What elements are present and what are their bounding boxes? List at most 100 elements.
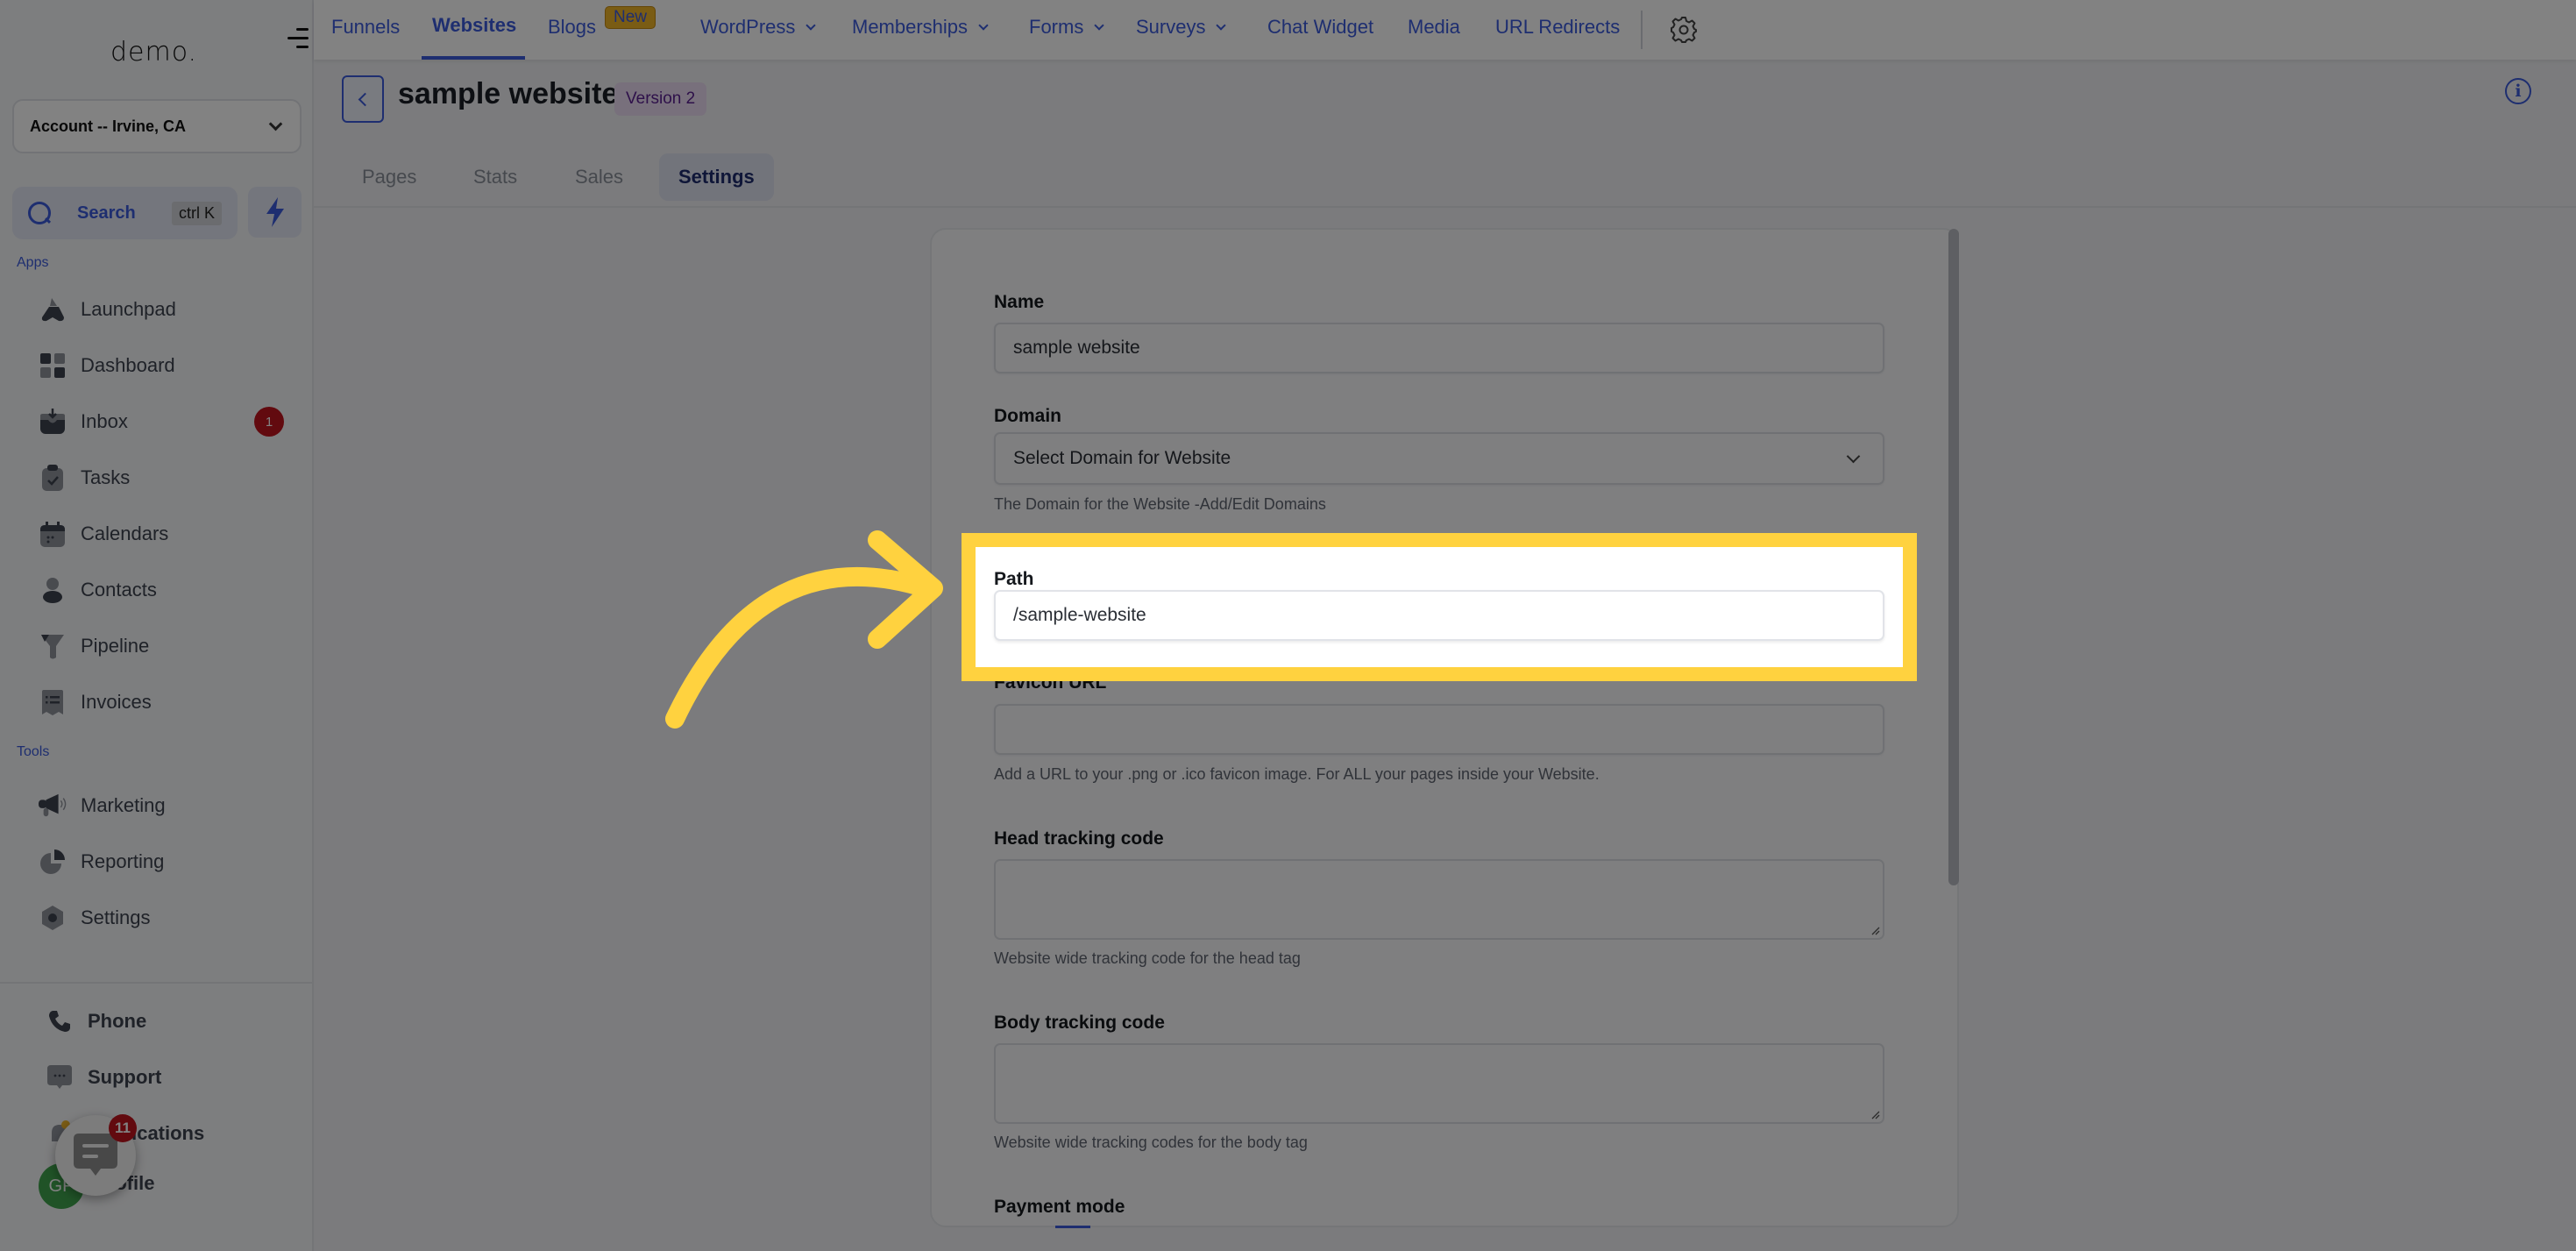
card-scrollbar[interactable] xyxy=(1948,229,1959,885)
search-shortcut: ctrl K xyxy=(171,201,222,225)
dashboard-icon xyxy=(39,352,67,380)
sidebar-item-label: Inbox xyxy=(81,410,128,432)
sidebar-item-pipeline[interactable]: Pipeline xyxy=(39,625,284,667)
settings-icon xyxy=(39,904,67,932)
sidebar-item-tasks[interactable]: Tasks xyxy=(39,457,284,499)
nav-divider xyxy=(1641,11,1643,49)
arrow-shaft xyxy=(665,567,939,729)
nav-label: Memberships xyxy=(852,16,969,38)
nav-surveys[interactable]: Surveys xyxy=(1136,16,1227,39)
sidebar-item-settings[interactable]: Settings xyxy=(39,897,284,939)
sidebar-item-dashboard[interactable]: Dashboard xyxy=(39,345,284,387)
sidebar-item-label: Dashboard xyxy=(81,354,175,376)
inbox-icon xyxy=(39,408,67,436)
lightning-icon xyxy=(266,197,284,227)
invoices-icon xyxy=(39,688,67,716)
info-icon[interactable]: i xyxy=(2505,78,2531,104)
back-button[interactable] xyxy=(342,75,384,123)
section-apps: Apps xyxy=(17,255,49,270)
nav-chat-widget[interactable]: Chat Widget xyxy=(1267,16,1373,39)
tasks-icon xyxy=(39,464,67,492)
pie-chart-icon xyxy=(39,848,67,876)
chevron-down-icon xyxy=(1094,19,1104,31)
nav-blogs[interactable]: Blogs xyxy=(548,16,596,39)
account-switcher[interactable]: Account -- Irvine, CA xyxy=(12,99,302,153)
quick-actions-button[interactable] xyxy=(248,187,302,238)
sidebar-item-inbox[interactable]: Inbox 1 xyxy=(39,401,284,443)
section-tools: Tools xyxy=(17,744,50,759)
name-input[interactable]: sample website xyxy=(994,323,1884,373)
domain-select[interactable]: Select Domain for Website xyxy=(994,432,1884,485)
favicon-help: Add a URL to your .png or .ico favicon i… xyxy=(994,765,1600,783)
chevron-down-icon xyxy=(268,117,283,131)
nav-label: Surveys xyxy=(1136,16,1206,38)
search-button[interactable]: Search ctrl K xyxy=(12,187,238,239)
chat-widget-badge: 11 xyxy=(109,1114,137,1142)
nav-label: Media xyxy=(1408,16,1460,38)
sidebar-item-label: Pipeline xyxy=(81,635,150,657)
head-tracking-textarea[interactable] xyxy=(994,859,1884,940)
body-tracking-help: Website wide tracking codes for the body… xyxy=(994,1134,1308,1151)
tab-sales[interactable]: Sales xyxy=(556,153,642,201)
inbox-unread-badge: 1 xyxy=(254,407,284,437)
sidebar-item-invoices[interactable]: Invoices xyxy=(39,681,284,723)
page-title: sample website xyxy=(398,77,619,110)
chat-icon xyxy=(74,1134,117,1176)
chevron-down-icon xyxy=(1846,449,1861,463)
head-tracking-help: Website wide tracking code for the head … xyxy=(994,949,1301,967)
sidebar-item-label: Calendars xyxy=(81,522,169,544)
logo: demo. xyxy=(110,37,198,68)
sidebar-item-label: Support xyxy=(88,1066,162,1088)
gear-icon[interactable] xyxy=(1670,16,1698,44)
nav-url-redirects[interactable]: URL Redirects xyxy=(1495,16,1620,39)
sidebar-item-calendars[interactable]: Calendars xyxy=(39,513,284,555)
sidebar-item-label: Settings xyxy=(81,906,151,928)
nav-websites[interactable]: Websites xyxy=(432,14,516,37)
tab-stats[interactable]: Stats xyxy=(454,153,536,201)
resize-handle-icon[interactable] xyxy=(1870,925,1880,935)
nav-forms[interactable]: Forms xyxy=(1029,16,1104,39)
nav-label: Chat Widget xyxy=(1267,16,1374,38)
nav-label: Blogs xyxy=(548,16,597,38)
chevron-down-icon xyxy=(1216,19,1227,31)
sidebar-item-label: Launchpad xyxy=(81,298,176,320)
account-name: Account -- Irvine, CA xyxy=(30,117,187,135)
body-tracking-textarea[interactable] xyxy=(994,1043,1884,1124)
nav-wordpress[interactable]: WordPress xyxy=(700,16,817,39)
phone-icon xyxy=(46,1007,74,1035)
head-tracking-label: Head tracking code xyxy=(994,828,1164,849)
sidebar-item-phone[interactable]: Phone xyxy=(46,1000,291,1042)
path-input[interactable]: /sample-website xyxy=(994,590,1884,641)
version-badge: Version 2 xyxy=(614,82,707,116)
sidebar-item-marketing[interactable]: Marketing xyxy=(39,785,284,827)
path-label: Path xyxy=(994,569,1034,589)
tab-pages[interactable]: Pages xyxy=(343,153,436,201)
tab-settings[interactable]: Settings xyxy=(659,153,774,201)
collapse-menu-icon[interactable] xyxy=(284,26,309,51)
favicon-url-input[interactable] xyxy=(994,704,1884,755)
nav-label: URL Redirects xyxy=(1495,16,1621,38)
nav-funnels[interactable]: Funnels xyxy=(331,16,400,39)
nav-media[interactable]: Media xyxy=(1408,16,1460,39)
nav-memberships[interactable]: Memberships xyxy=(852,16,989,39)
search-icon xyxy=(28,202,51,224)
domain-label: Domain xyxy=(994,406,1062,426)
calendar-icon xyxy=(39,520,67,548)
name-value: sample website xyxy=(1013,338,1140,358)
support-chat-icon xyxy=(46,1063,74,1091)
sidebar-item-launchpad[interactable]: Launchpad xyxy=(39,288,284,331)
sidebar-item-label: Phone xyxy=(88,1010,147,1032)
sidebar-item-contacts[interactable]: Contacts xyxy=(39,569,284,611)
nav-label: Websites xyxy=(432,14,517,36)
sidebar: demo. Account -- Irvine, CA Search ctrl … xyxy=(0,0,314,1251)
resize-handle-icon[interactable] xyxy=(1870,1109,1880,1120)
contacts-icon xyxy=(39,576,67,604)
arrow-head xyxy=(868,530,943,649)
sidebar-divider xyxy=(0,982,314,984)
megaphone-icon xyxy=(39,792,67,820)
sidebar-item-reporting[interactable]: Reporting xyxy=(39,841,284,883)
new-badge: New xyxy=(605,6,656,29)
sidebar-item-label: Invoices xyxy=(81,691,152,713)
sidebar-item-support[interactable]: Support xyxy=(46,1056,291,1098)
domain-help: The Domain for the Website -Add/Edit Dom… xyxy=(994,495,1326,513)
